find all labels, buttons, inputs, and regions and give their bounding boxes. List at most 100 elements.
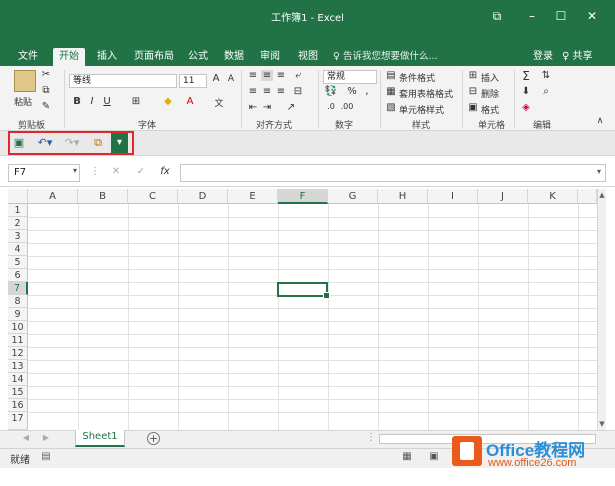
column-header[interactable]: B bbox=[78, 189, 128, 204]
row-header[interactable]: 9 bbox=[8, 308, 28, 321]
tab-formulas[interactable]: 公式 bbox=[182, 48, 214, 66]
row-header[interactable]: 16 bbox=[8, 399, 28, 412]
column-header-partial[interactable] bbox=[578, 189, 597, 204]
column-header[interactable]: D bbox=[178, 189, 228, 204]
increase-font-icon[interactable]: A bbox=[210, 73, 222, 84]
italic-button[interactable]: I bbox=[87, 96, 97, 107]
align-center-icon[interactable]: ≡ bbox=[261, 86, 273, 97]
comma-style-icon[interactable]: , bbox=[362, 86, 372, 97]
sort-filter-icon[interactable]: ⇅ bbox=[540, 70, 552, 81]
format-cells-icon[interactable]: ▣ bbox=[467, 102, 479, 113]
find-select-icon[interactable]: ⌕ bbox=[540, 86, 552, 97]
tell-me-search[interactable]: ♀ 告诉我您想要做什么... bbox=[333, 48, 438, 66]
column-header[interactable]: G bbox=[328, 189, 378, 204]
tab-page-layout[interactable]: 页面布局 bbox=[128, 48, 180, 66]
increase-decimal-icon[interactable]: .0 bbox=[324, 102, 338, 111]
active-cell[interactable] bbox=[277, 282, 330, 299]
decrease-decimal-icon[interactable]: .00 bbox=[340, 102, 354, 111]
font-size-select[interactable]: 11 bbox=[179, 74, 207, 88]
worksheet-grid[interactable] bbox=[8, 189, 605, 430]
font-name-select[interactable]: 等线 bbox=[69, 74, 177, 88]
close-button[interactable]: ✕ bbox=[578, 5, 606, 27]
add-sheet-icon[interactable]: + bbox=[147, 432, 160, 445]
phonetic-icon[interactable]: 文 bbox=[212, 96, 226, 109]
sign-in-link[interactable]: 登录 bbox=[533, 48, 553, 66]
row-header[interactable]: 11 bbox=[8, 334, 28, 347]
delete-cells-button[interactable]: 删除 bbox=[481, 87, 499, 100]
row-header[interactable]: 17 bbox=[8, 412, 28, 430]
decrease-indent-icon[interactable]: ⇤ bbox=[247, 102, 259, 113]
column-header[interactable]: E bbox=[228, 189, 278, 204]
paste-label[interactable]: 粘贴 bbox=[14, 95, 32, 108]
row-header[interactable]: 14 bbox=[8, 373, 28, 386]
copy-icon[interactable]: ⧉ bbox=[40, 85, 52, 96]
row-header[interactable]: 4 bbox=[8, 243, 28, 256]
align-right-icon[interactable]: ≡ bbox=[275, 86, 287, 97]
border-icon[interactable]: ⊞ bbox=[130, 96, 142, 107]
number-format-select[interactable]: 常规 bbox=[323, 70, 377, 84]
confirm-entry-icon[interactable]: ✓ bbox=[135, 166, 147, 177]
column-header[interactable]: I bbox=[428, 189, 478, 204]
row-header[interactable]: 6 bbox=[8, 269, 28, 282]
cell-styles-icon[interactable]: ▧ bbox=[385, 102, 397, 113]
cut-icon[interactable]: ✂ bbox=[40, 69, 52, 80]
ribbon-display-icon[interactable]: ⧉ bbox=[483, 5, 511, 27]
tab-file[interactable]: 文件 bbox=[12, 48, 44, 66]
column-header[interactable]: H bbox=[378, 189, 428, 204]
tab-view[interactable]: 视图 bbox=[292, 48, 324, 66]
delete-cells-icon[interactable]: ⊟ bbox=[467, 86, 479, 97]
row-header[interactable]: 2 bbox=[8, 217, 28, 230]
increase-indent-icon[interactable]: ⇥ bbox=[261, 102, 273, 113]
column-header[interactable]: C bbox=[128, 189, 178, 204]
fill-color-icon[interactable]: ◆ bbox=[162, 96, 174, 107]
prev-sheet-icon[interactable]: ◀ bbox=[22, 433, 30, 442]
select-all-corner[interactable] bbox=[8, 189, 28, 204]
bold-button[interactable]: B bbox=[72, 96, 82, 107]
row-header-selected[interactable]: 7 bbox=[8, 282, 28, 295]
vertical-scrollbar[interactable] bbox=[597, 189, 606, 430]
orientation-icon[interactable]: ↗ bbox=[285, 102, 297, 113]
insert-cells-icon[interactable]: ⊞ bbox=[467, 70, 479, 81]
percent-icon[interactable]: % bbox=[347, 86, 357, 97]
row-header[interactable]: 12 bbox=[8, 347, 28, 360]
share-button[interactable]: ♀ 共享 bbox=[562, 48, 593, 66]
cancel-entry-icon[interactable]: ✕ bbox=[110, 166, 122, 177]
fill-icon[interactable]: ⬇ bbox=[520, 86, 532, 97]
tab-split-grip-icon[interactable]: ⋮ bbox=[366, 432, 376, 443]
insert-function-icon[interactable]: fx bbox=[158, 166, 172, 177]
macro-record-icon[interactable]: ▤ bbox=[40, 451, 52, 462]
next-sheet-icon[interactable]: ▶ bbox=[42, 433, 50, 442]
collapse-ribbon-icon[interactable]: ∧ bbox=[594, 116, 606, 126]
align-top-icon[interactable]: ≡ bbox=[247, 70, 259, 81]
sheet-tab[interactable]: Sheet1 bbox=[75, 430, 125, 447]
name-box-dropdown-icon[interactable]: ▾ bbox=[70, 166, 80, 175]
font-color-icon[interactable]: A bbox=[184, 96, 196, 107]
row-header[interactable]: 15 bbox=[8, 386, 28, 399]
merge-center-icon[interactable]: ⊟ bbox=[292, 86, 304, 97]
tab-insert[interactable]: 插入 bbox=[91, 48, 123, 66]
underline-button[interactable]: U bbox=[102, 96, 112, 107]
row-header[interactable]: 3 bbox=[8, 230, 28, 243]
format-painter-icon[interactable]: ✎ bbox=[40, 101, 52, 112]
row-header[interactable]: 8 bbox=[8, 295, 28, 308]
autosum-icon[interactable]: Σ bbox=[520, 69, 532, 83]
tab-home[interactable]: 开始 bbox=[53, 48, 85, 66]
row-header[interactable]: 10 bbox=[8, 321, 28, 334]
align-left-icon[interactable]: ≡ bbox=[247, 86, 259, 97]
clear-icon[interactable]: ◈ bbox=[520, 102, 532, 113]
paste-icon[interactable] bbox=[14, 70, 36, 92]
minimize-button[interactable]: – bbox=[518, 5, 546, 27]
tab-review[interactable]: 审阅 bbox=[254, 48, 286, 66]
decrease-font-icon[interactable]: A bbox=[225, 74, 237, 84]
column-header-selected[interactable]: F bbox=[278, 189, 328, 204]
tab-data[interactable]: 数据 bbox=[218, 48, 250, 66]
expand-formula-bar-icon[interactable]: ▾ bbox=[594, 167, 604, 176]
align-bottom-icon[interactable]: ≡ bbox=[275, 70, 287, 81]
wrap-text-icon[interactable]: ⤶ bbox=[292, 70, 304, 81]
cell-styles-button[interactable]: 单元格样式 bbox=[399, 103, 444, 116]
align-middle-icon[interactable]: ≡ bbox=[261, 70, 273, 81]
scroll-up-icon[interactable]: ▲ bbox=[598, 191, 606, 199]
format-cells-button[interactable]: 格式 bbox=[481, 103, 499, 116]
maximize-button[interactable]: ☐ bbox=[547, 5, 575, 27]
row-header[interactable]: 13 bbox=[8, 360, 28, 373]
